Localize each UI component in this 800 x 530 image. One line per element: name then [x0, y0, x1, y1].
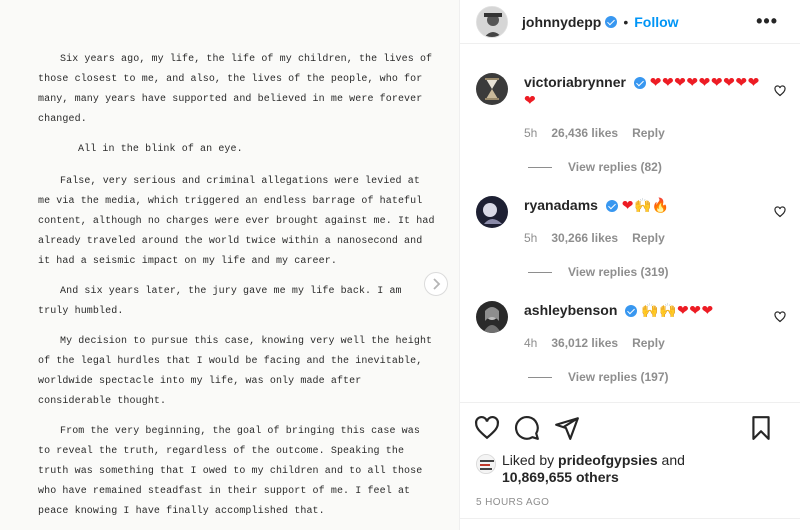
- avatar[interactable]: [476, 73, 508, 105]
- comment-meta: 5h 26,436 likes Reply: [524, 126, 665, 140]
- chevron-right-icon: [433, 278, 441, 290]
- avatar[interactable]: [476, 301, 508, 333]
- verified-icon: [605, 15, 618, 28]
- reply-button[interactable]: Reply: [632, 126, 665, 140]
- comment-username[interactable]: ryanadams: [524, 197, 598, 213]
- comment-body: victoriabrynner ❤❤❤❤❤❤❤❤❤❤: [524, 73, 764, 109]
- liked-by-prefix: Liked by: [502, 452, 555, 468]
- avatar[interactable]: [476, 5, 508, 38]
- letter-paragraph: All in the blink of an eye.: [78, 144, 243, 155]
- view-replies-label: View replies (197): [568, 370, 669, 384]
- actions-divider: [460, 402, 800, 403]
- post-timestamp[interactable]: 5 HOURS AGO: [476, 497, 549, 508]
- action-bar: [460, 410, 800, 446]
- next-image-button[interactable]: [424, 272, 448, 296]
- comment-time: 4h: [524, 336, 538, 350]
- comment-likes[interactable]: 30,266 likes: [551, 231, 618, 245]
- reply-button[interactable]: Reply: [632, 336, 665, 350]
- comment-meta: 5h 30,266 likes Reply: [524, 231, 665, 245]
- post-image: Six years ago, my life, the life of my c…: [0, 0, 459, 530]
- view-replies-button[interactable]: View replies (319): [528, 265, 669, 279]
- comment-username[interactable]: ashleybenson: [524, 302, 617, 318]
- letter-paragraph: Six years ago, my life, the life of my c…: [38, 54, 433, 125]
- view-replies-label: View replies (82): [568, 160, 662, 174]
- liked-by-text: Liked by prideofgypsies and 10,869,655 o…: [502, 452, 685, 486]
- more-options-button[interactable]: •••: [756, 11, 778, 32]
- letter-paragraph: From the very beginning, the goal of bri…: [38, 426, 423, 517]
- replies-line: [528, 271, 552, 273]
- comment-time: 5h: [524, 231, 538, 245]
- post-side-panel: johnnydepp • Follow ••• victoriabrynner …: [460, 0, 800, 530]
- comment-body: ashleybenson 🙌🙌❤❤❤: [524, 301, 764, 319]
- verified-icon: [605, 200, 618, 213]
- post-author-username[interactable]: johnnydepp: [522, 14, 601, 30]
- view-replies-button[interactable]: View replies (82): [528, 160, 662, 174]
- liked-by-user[interactable]: prideofgypsies: [558, 452, 658, 468]
- letter-text: Six years ago, my life, the life of my c…: [38, 50, 438, 530]
- letter-paragraph: And six years later, the jury gave me my…: [38, 286, 402, 317]
- share-icon[interactable]: [554, 415, 580, 441]
- heart-icon[interactable]: [774, 85, 786, 97]
- heart-icon[interactable]: [774, 206, 786, 218]
- replies-line: [528, 166, 552, 168]
- liked-by-others[interactable]: 10,869,655 others: [502, 469, 619, 485]
- comment-meta: 4h 36,012 likes Reply: [524, 336, 665, 350]
- bookmark-icon[interactable]: [748, 415, 774, 441]
- liked-by: Liked by prideofgypsies and 10,869,655 o…: [476, 452, 796, 488]
- letter-paragraph: My decision to pursue this case, knowing…: [38, 336, 433, 407]
- verified-icon: [625, 305, 638, 318]
- avatar[interactable]: [476, 454, 496, 474]
- comment-text: 🙌🙌❤❤❤: [641, 302, 714, 318]
- heart-icon[interactable]: [774, 311, 786, 323]
- comment-likes[interactable]: 36,012 likes: [551, 336, 618, 350]
- follow-button[interactable]: Follow: [634, 14, 678, 30]
- comment-body: ryanadams ❤🙌🔥: [524, 196, 764, 214]
- liked-by-and: and: [661, 452, 685, 468]
- post-header: johnnydepp • Follow: [460, 0, 800, 43]
- heart-icon[interactable]: [474, 415, 500, 441]
- comment-icon[interactable]: [514, 415, 540, 441]
- letter-paragraph: False, very serious and criminal allegat…: [38, 176, 435, 267]
- replies-line: [528, 376, 552, 378]
- comment-text: ❤🙌🔥: [621, 197, 670, 213]
- footer-divider: [460, 518, 800, 519]
- verified-icon: [633, 77, 646, 90]
- comment-likes[interactable]: 26,436 likes: [551, 126, 618, 140]
- view-replies-button[interactable]: View replies (197): [528, 370, 669, 384]
- avatar[interactable]: [476, 196, 508, 228]
- comment-time: 5h: [524, 126, 538, 140]
- comment-username[interactable]: victoriabrynner: [524, 74, 626, 90]
- reply-button[interactable]: Reply: [632, 231, 665, 245]
- separator-dot: •: [623, 13, 629, 30]
- header-divider: [460, 43, 800, 44]
- view-replies-label: View replies (319): [568, 265, 669, 279]
